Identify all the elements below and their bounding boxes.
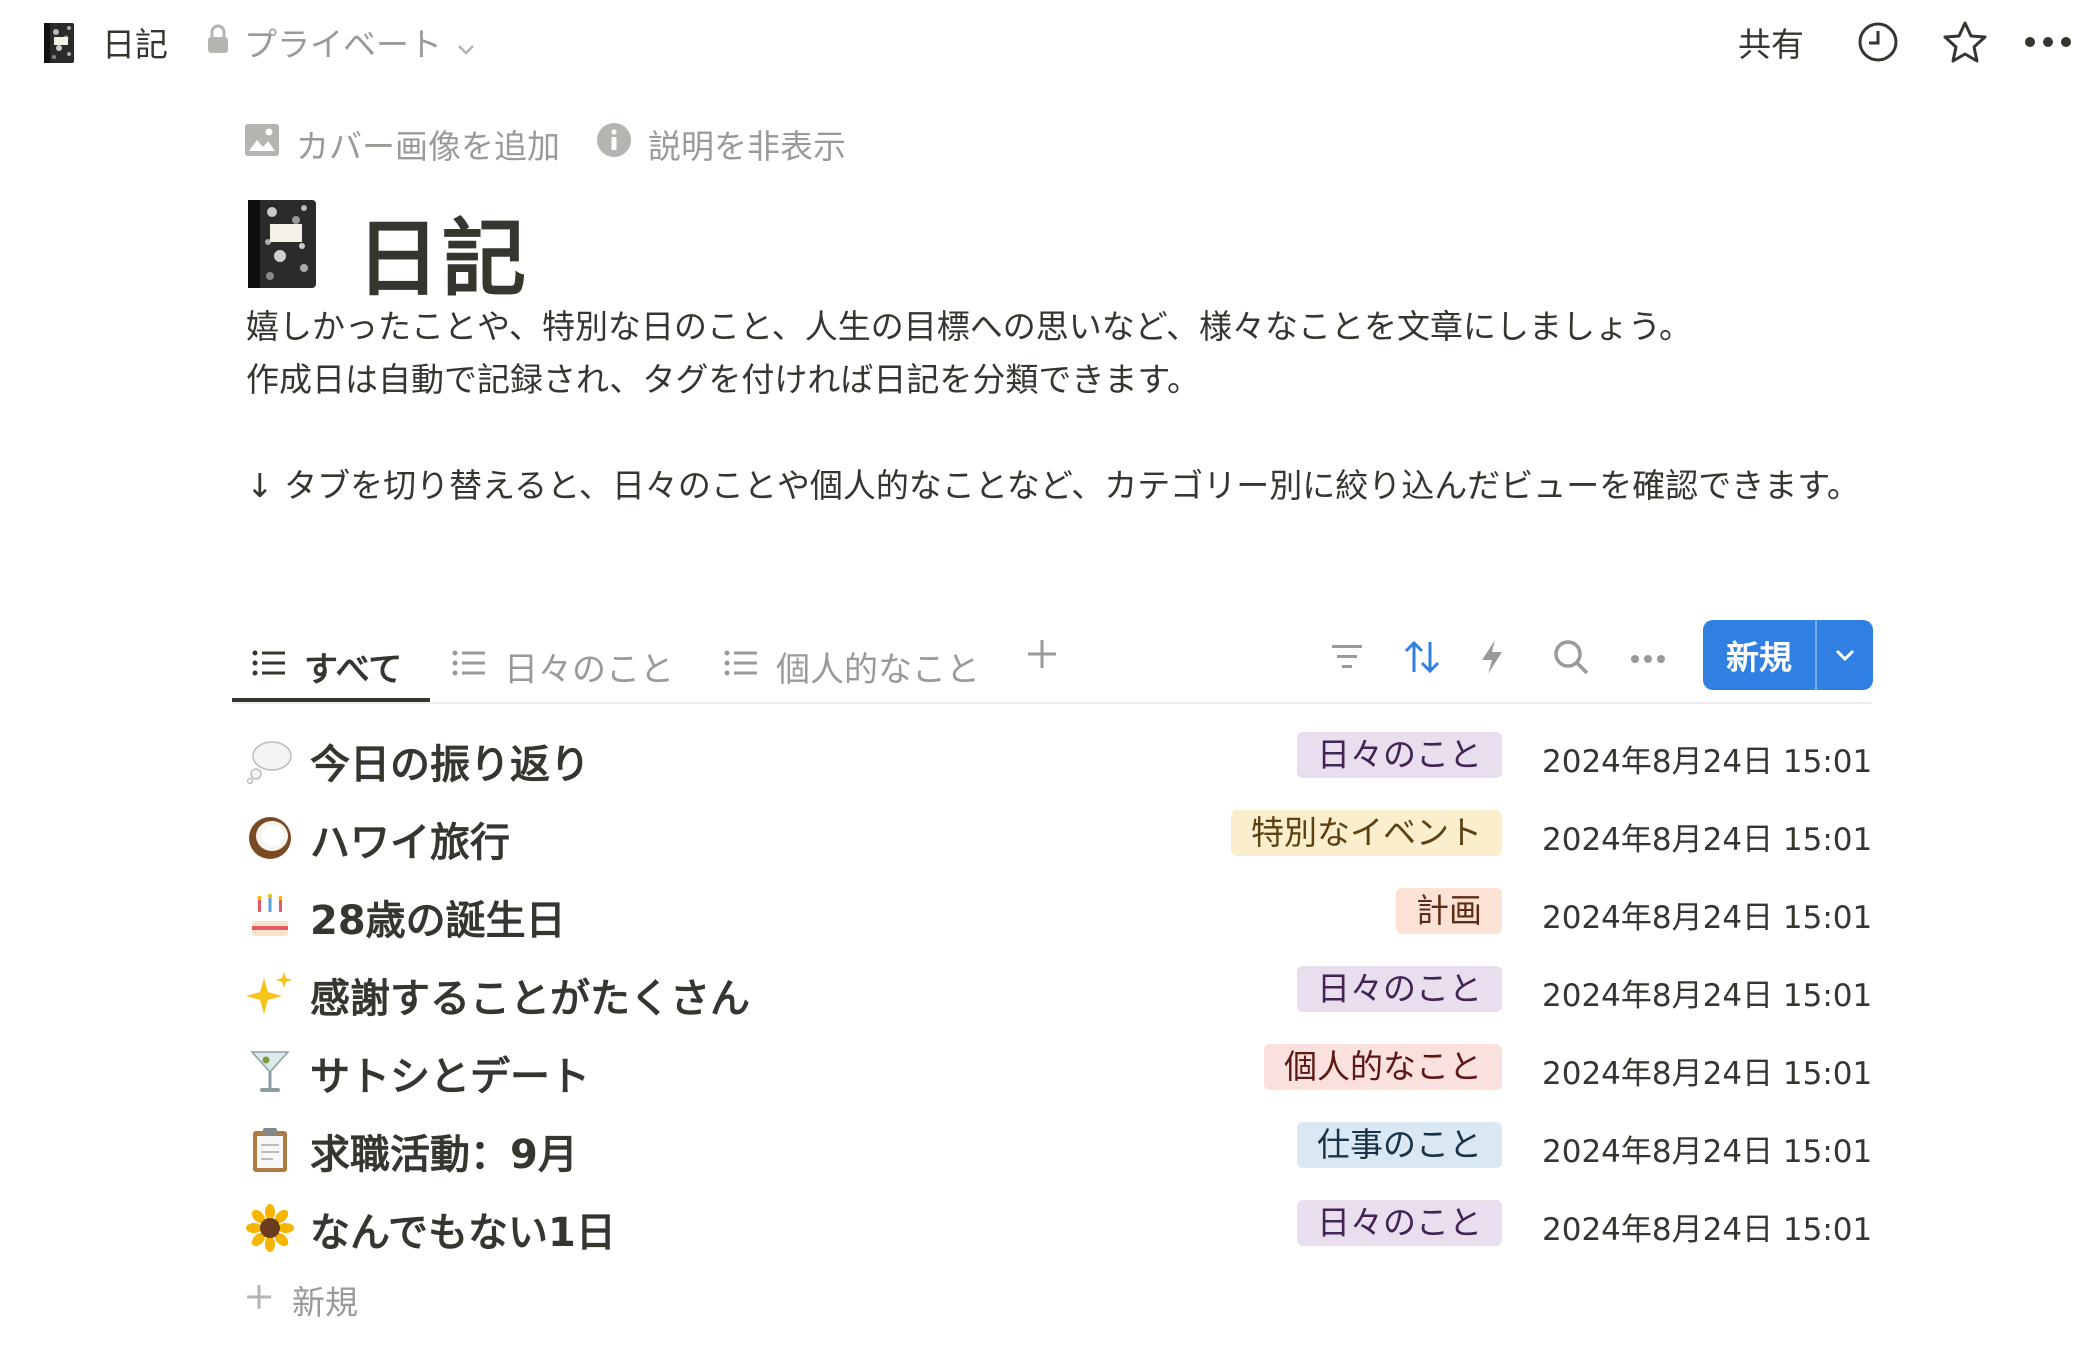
- tag-badge[interactable]: 個人的なこと: [1264, 1044, 1502, 1090]
- tag-badge[interactable]: 計画: [1396, 888, 1502, 934]
- tag-badge[interactable]: 仕事のこと: [1297, 1122, 1502, 1168]
- coconut-icon: [246, 814, 294, 862]
- cocktail-glass-icon: [246, 1048, 294, 1096]
- list-icon: [724, 646, 776, 686]
- entry-title[interactable]: 感謝することがたくさん: [310, 966, 750, 1024]
- clock-icon[interactable]: [1856, 20, 1900, 68]
- created-date: 2024年8月24日 15:01: [1542, 978, 1873, 1014]
- tag-badge[interactable]: 日々のこと: [1297, 732, 1502, 778]
- plus-icon: [244, 1281, 292, 1320]
- hide-description-button[interactable]: 説明を非表示: [596, 120, 846, 168]
- entry-title[interactable]: 求職活動：9月: [310, 1122, 578, 1180]
- sort-icon[interactable]: [1402, 638, 1442, 680]
- tab-daily[interactable]: 日々のこと: [452, 632, 674, 700]
- table-row[interactable]: 感謝することがたくさん 日々のこと 2024年8月24日 15:01: [232, 952, 1872, 1030]
- chevron-down-icon[interactable]: [1817, 648, 1873, 662]
- new-button-label: 新規: [1726, 638, 1792, 677]
- lock-icon: [206, 23, 230, 62]
- hide-description-label: 説明を非表示: [648, 127, 846, 166]
- created-date: 2024年8月24日 15:01: [1542, 900, 1873, 936]
- chevron-down-icon: [456, 25, 476, 64]
- created-date: 2024年8月24日 15:01: [1542, 822, 1873, 858]
- tab-label: 日々のこと: [504, 649, 674, 690]
- tag-badge[interactable]: 特別なイベント: [1231, 810, 1502, 856]
- add-cover-label: カバー画像を追加: [296, 127, 560, 166]
- created-date: 2024年8月24日 15:01: [1542, 1134, 1873, 1170]
- description-line: 嬉しかったことや、特別な日のこと、人生の目標への思いなど、様々なことを文章にしま…: [246, 307, 1693, 346]
- tab-label: 個人的なこと: [776, 649, 980, 690]
- thought-balloon-icon: [246, 736, 294, 785]
- tag-badge[interactable]: 日々のこと: [1297, 1200, 1502, 1246]
- table-row[interactable]: ハワイ旅行 特別なイベント 2024年8月24日 15:01: [232, 796, 1872, 874]
- list-icon: [452, 646, 504, 686]
- created-date: 2024年8月24日 15:01: [1542, 1212, 1873, 1248]
- table-row[interactable]: 28歳の誕生日 計画 2024年8月24日 15:01: [232, 874, 1872, 952]
- entry-title[interactable]: サトシとデート: [310, 1044, 590, 1102]
- privacy-label: プライベート: [244, 25, 442, 64]
- tab-all[interactable]: すべて: [252, 632, 402, 700]
- table-row[interactable]: 今日の振り返り 日々のこと 2024年8月24日 15:01: [232, 718, 1872, 796]
- active-tab-indicator: [232, 698, 430, 702]
- created-date: 2024年8月24日 15:01: [1542, 1056, 1873, 1092]
- more-icon[interactable]: [1630, 650, 1666, 669]
- table-row[interactable]: サトシとデート 個人的なこと 2024年8月24日 15:01: [232, 1030, 1872, 1108]
- entry-title[interactable]: なんでもない1日: [310, 1200, 616, 1258]
- add-cover-button[interactable]: カバー画像を追加: [244, 120, 560, 168]
- tab-label: すべて: [304, 649, 403, 690]
- description-line: 作成日は自動で記録され、タグを付ければ日記を分類できます。: [246, 360, 1201, 399]
- table-row[interactable]: 求職活動：9月 仕事のこと 2024年8月24日 15:01: [232, 1108, 1872, 1186]
- add-view-icon[interactable]: [1022, 634, 1062, 678]
- entry-title[interactable]: 28歳の誕生日: [310, 888, 566, 946]
- info-icon: [596, 122, 648, 166]
- breadcrumb-title[interactable]: 日記: [102, 18, 168, 66]
- birthday-cake-icon: [246, 892, 294, 940]
- created-date: 2024年8月24日 15:01: [1542, 744, 1873, 780]
- entries-list: 今日の振り返り 日々のこと 2024年8月24日 15:01 ハワイ旅行 特別なイベント…: [232, 718, 1872, 1264]
- clipboard-icon: [246, 1126, 294, 1174]
- entry-title[interactable]: 今日の振り返り: [310, 732, 590, 790]
- sparkles-icon: [246, 970, 294, 1018]
- description-line: ↓ タブを切り替えると、日々のことや個人的なことなど、カテゴリー別に絞り込んだビ…: [246, 466, 1860, 505]
- page-description[interactable]: 嬉しかったことや、特別な日のこと、人生の目標への思いなど、様々なことを文章にしま…: [246, 300, 1886, 512]
- tab-personal[interactable]: 個人的なこと: [724, 632, 980, 700]
- entry-title[interactable]: ハワイ旅行: [310, 810, 510, 868]
- composition-notebook-icon[interactable]: [244, 198, 320, 294]
- add-new-label: 新規: [292, 1283, 358, 1322]
- sunflower-icon: [246, 1204, 294, 1252]
- tag-badge[interactable]: 日々のこと: [1297, 966, 1502, 1012]
- new-entry-button[interactable]: 新規: [1703, 620, 1873, 690]
- page-actions: カバー画像を追加 説明を非表示: [244, 120, 882, 168]
- star-icon[interactable]: [1942, 20, 1988, 68]
- add-new-entry[interactable]: 新規: [244, 1276, 358, 1324]
- topbar: 日記 プライベート 共有: [0, 0, 2074, 84]
- filter-icon[interactable]: [1330, 642, 1364, 674]
- image-icon: [244, 123, 296, 165]
- share-button[interactable]: 共有: [1738, 18, 1804, 66]
- composition-notebook-icon[interactable]: [42, 22, 76, 68]
- automation-icon[interactable]: [1478, 638, 1506, 680]
- page-title: 日記: [356, 210, 529, 308]
- search-icon[interactable]: [1552, 638, 1590, 680]
- view-tabs: すべて 日々のこと 個人的なこと 新規: [232, 620, 1873, 704]
- privacy-selector[interactable]: プライベート: [206, 18, 476, 66]
- more-icon[interactable]: [2024, 34, 2072, 53]
- table-row[interactable]: なんでもない1日 日々のこと 2024年8月24日 15:01: [232, 1186, 1872, 1264]
- list-icon: [252, 646, 304, 686]
